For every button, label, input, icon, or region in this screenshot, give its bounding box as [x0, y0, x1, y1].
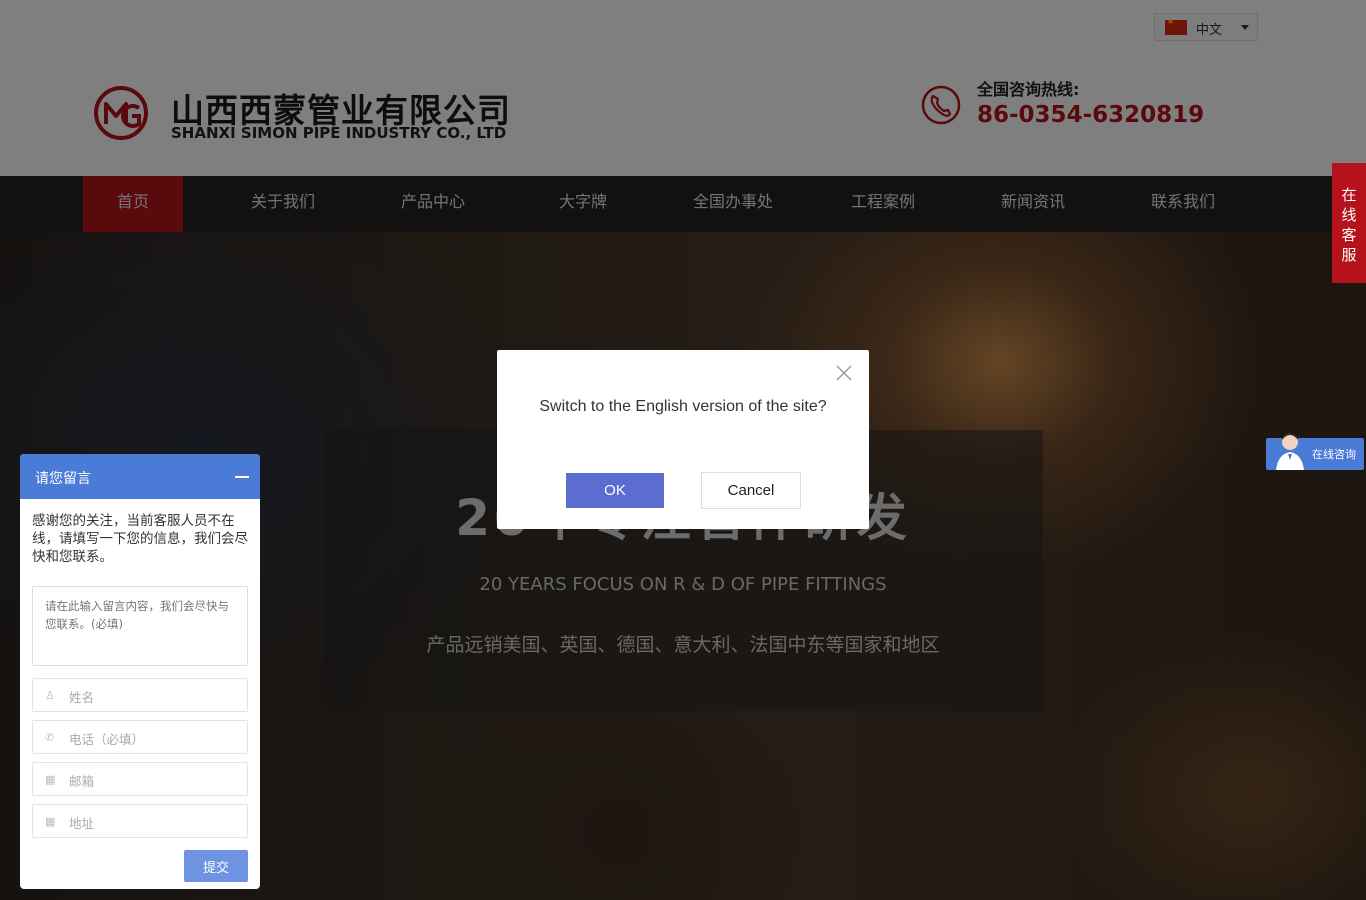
widget-header: 请您留言 — [20, 454, 260, 499]
field-placeholder: 电话（必填） — [69, 732, 145, 747]
agent-avatar-icon — [1276, 433, 1304, 470]
widget-title: 请您留言 — [35, 471, 91, 487]
phone-icon: ✆ — [45, 731, 55, 744]
message-textarea[interactable] — [32, 586, 248, 666]
consult-label: 在线咨询 — [1312, 448, 1356, 461]
address-icon: ▦ — [45, 815, 56, 828]
cancel-button[interactable]: Cancel — [701, 472, 801, 509]
email-field[interactable]: ▦ 邮箱 — [32, 762, 248, 796]
online-consult-button[interactable]: 在线咨询 — [1266, 433, 1364, 470]
online-service-tab[interactable]: 在 线 客 服 — [1332, 163, 1366, 283]
field-placeholder: 地址 — [69, 816, 95, 831]
email-icon: ▦ — [45, 773, 56, 786]
side-tab-char: 在 — [1341, 186, 1357, 204]
minimize-icon[interactable] — [235, 476, 249, 478]
field-placeholder: 姓名 — [69, 690, 95, 705]
user-icon: ♙ — [45, 689, 55, 702]
side-tab-char: 客 — [1341, 226, 1357, 244]
submit-button[interactable]: 提交 — [184, 850, 248, 882]
leave-message-widget: 请您留言 感谢您的关注，当前客服人员不在线，请填写一下您的信息，我们会尽快和您联… — [20, 454, 260, 889]
side-tab-char: 线 — [1341, 206, 1357, 224]
dialog-message: Switch to the English version of the sit… — [539, 398, 827, 415]
ok-button[interactable]: OK — [566, 473, 664, 508]
field-placeholder: 邮箱 — [69, 774, 95, 789]
side-tab-char: 服 — [1341, 246, 1357, 264]
address-field[interactable]: ▦ 地址 — [32, 804, 248, 838]
phone-field[interactable]: ✆ 电话（必填） — [32, 720, 248, 754]
language-switch-dialog: Switch to the English version of the sit… — [497, 350, 869, 529]
close-icon[interactable] — [835, 364, 853, 382]
widget-intro: 感谢您的关注，当前客服人员不在线，请填写一下您的信息，我们会尽快和您联系。 — [32, 513, 248, 565]
name-field[interactable]: ♙ 姓名 — [32, 678, 248, 712]
